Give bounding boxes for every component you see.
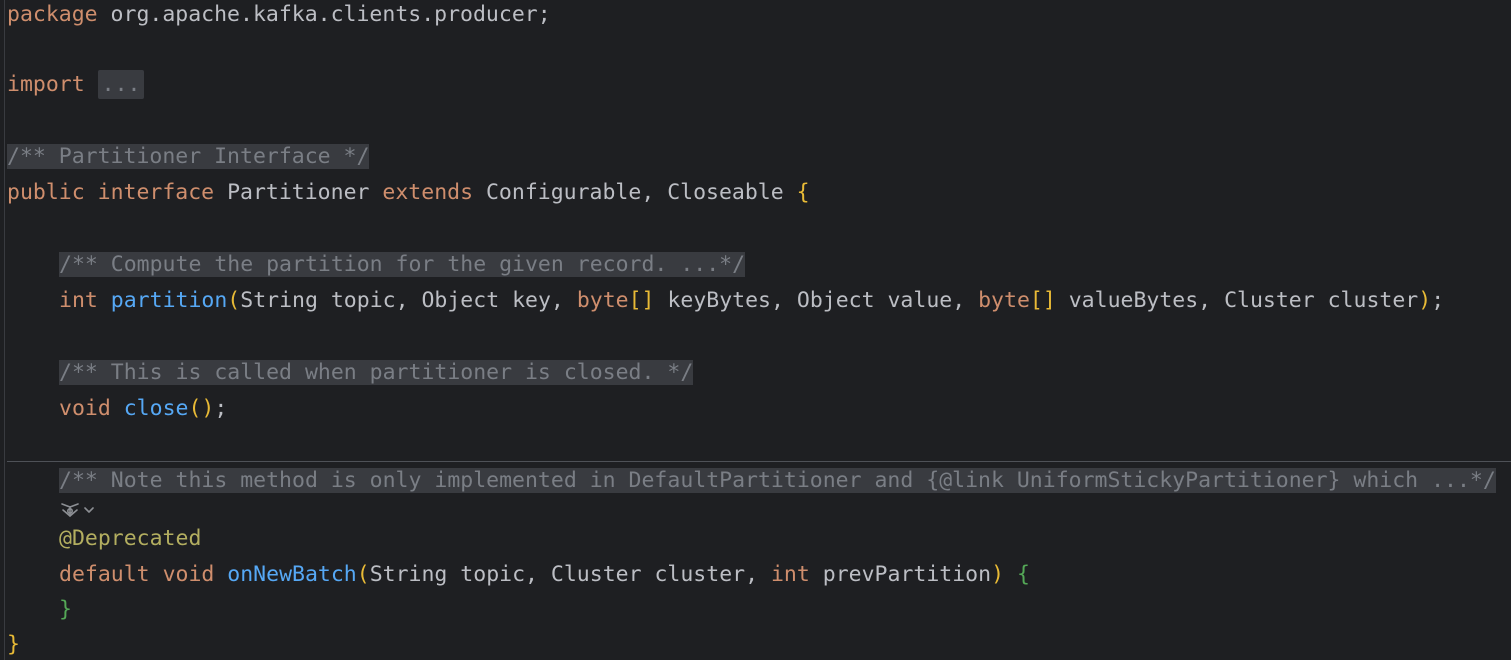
keyword-void: void [59,396,111,421]
interface-open-brace: { [796,180,810,205]
method-close: close [123,396,189,421]
keyword-void: void [162,562,215,587]
batch-args-2: prevPartition [822,562,992,587]
ai-assistant-icon[interactable] [59,501,81,519]
keyword-interface: interface [97,180,215,205]
keyword-byte: byte [978,288,1030,313]
package-name: org.apache.kafka.clients.producer; [97,2,551,27]
method-close-brace: } [59,597,72,622]
semicolon: ; [1431,288,1445,313]
gutter-divider [4,0,5,660]
code-line-partition-method[interactable]: int partition(String topic, Object key, … [7,286,1444,316]
code-line-import[interactable]: import ... [7,70,145,100]
keyword-byte: byte [576,288,629,313]
doc-comment-on-new-batch[interactable]: /** Note this method is only implemented… [59,468,1496,493]
keyword-int: int [770,562,810,587]
paren-close: ) [1418,288,1432,313]
code-line-partition-doc[interactable]: /** Compute the partition for the given … [7,250,746,280]
code-line-interface-doc[interactable]: /** Partitioner Interface */ [7,142,370,172]
semicolon: ; [214,396,228,421]
doc-comment-interface[interactable]: /** Partitioner Interface */ [7,144,370,169]
chevron-down-icon[interactable] [83,505,95,515]
interface-name: Partitioner [227,180,370,205]
keyword-public: public [7,180,85,205]
paren-close: ) [991,562,1005,587]
code-line-batch-method[interactable]: default void onNewBatch(String topic, Cl… [7,560,1030,590]
array-brackets: [] [628,288,655,313]
inlay-hint[interactable] [59,499,95,521]
keyword-default: default [59,562,150,587]
paren-open: ( [356,562,370,587]
code-line-batch-doc[interactable]: /** Note this method is only implemented… [7,466,1496,496]
code-editor[interactable]: package org.apache.kafka.clients.produce… [0,0,1511,660]
code-line-close-method[interactable]: void close(); [7,394,227,424]
annotation-deprecated: @Deprecated [59,526,202,551]
empty-parens: () [188,396,215,421]
method-separator [7,461,1511,462]
method-partition: partition [110,288,228,313]
code-line-interface-close[interactable]: } [7,630,20,660]
method-open-brace: { [1016,562,1030,587]
keyword-extends: extends [382,180,474,205]
paren-open: ( [227,288,241,313]
partition-args-3: valueBytes, Cluster cluster [1068,288,1419,313]
partition-args-1: String topic, Object key, [240,288,564,313]
partition-args-2: keyBytes, Object value, [667,288,966,313]
code-line-method-close[interactable]: } [7,595,72,625]
code-line-interface-decl[interactable]: public interface Partitioner extends Con… [7,178,810,208]
import-fold-button[interactable]: ... [97,70,145,99]
supertypes: Configurable, Closeable [485,180,784,205]
keyword-package: package [7,2,98,27]
doc-comment-partition[interactable]: /** Compute the partition for the given … [59,252,746,277]
array-brackets: [] [1029,288,1056,313]
keyword-import: import [7,72,85,97]
batch-args-1: String topic, Cluster cluster, [369,562,759,587]
code-line-close-doc[interactable]: /** This is called when partitioner is c… [7,358,694,388]
method-on-new-batch: onNewBatch [227,562,357,587]
code-line-annotation[interactable]: @Deprecated [7,524,201,554]
interface-close-brace: } [7,632,20,657]
code-line-package[interactable]: package org.apache.kafka.clients.produce… [7,0,551,30]
doc-comment-close[interactable]: /** This is called when partitioner is c… [59,360,694,385]
keyword-int: int [59,288,98,313]
